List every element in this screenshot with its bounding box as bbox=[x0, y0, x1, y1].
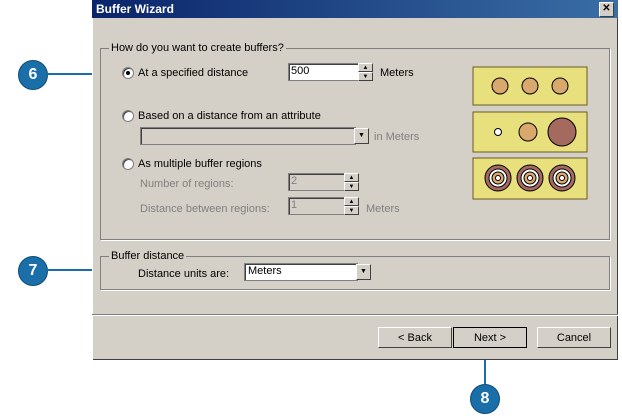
distance-input[interactable]: 500 bbox=[288, 63, 360, 81]
preview-circle bbox=[521, 77, 539, 95]
distance-between-value: 1 bbox=[291, 199, 298, 211]
multiple-regions-label: As multiple buffer regions bbox=[138, 158, 262, 170]
spin-up-icon[interactable]: ▲ bbox=[344, 173, 359, 182]
chevron-down-icon[interactable]: ▼ bbox=[354, 128, 369, 144]
spin-down-icon[interactable]: ▼ bbox=[344, 182, 359, 191]
create-buffers-legend: How do you want to create buffers? bbox=[109, 42, 286, 54]
distance-between-units: Meters bbox=[366, 203, 400, 215]
preview-ring-group bbox=[484, 164, 576, 192]
spin-down-icon[interactable]: ▼ bbox=[344, 206, 359, 215]
distance-units-prompt: Distance units are: bbox=[138, 268, 230, 280]
distance-units-dropdown[interactable]: Meters bbox=[244, 263, 358, 281]
distance-between-input[interactable]: 1 bbox=[288, 197, 346, 215]
preview-circle bbox=[491, 77, 509, 95]
specified-distance-label: At a specified distance bbox=[138, 67, 249, 79]
title-bar: Buffer Wizard ✕ bbox=[92, 0, 618, 18]
distance-units-value: Meters bbox=[248, 265, 282, 277]
radio-attribute-distance[interactable] bbox=[122, 110, 134, 122]
spin-up-icon[interactable]: ▲ bbox=[344, 197, 359, 206]
callout-6: 6 bbox=[18, 60, 48, 90]
buffer-wizard-window: Buffer Wizard ✕ How do you want to creat… bbox=[92, 0, 618, 360]
attribute-dropdown[interactable] bbox=[140, 127, 356, 145]
window-title: Buffer Wizard bbox=[96, 2, 174, 16]
radio-multiple-regions[interactable] bbox=[122, 158, 134, 170]
distance-spinner[interactable]: ▲ ▼ bbox=[358, 63, 373, 81]
regions-spinner[interactable]: ▲ ▼ bbox=[344, 173, 359, 191]
preview-circle bbox=[518, 122, 538, 142]
callout-7: 7 bbox=[18, 256, 48, 286]
chevron-down-icon[interactable]: ▼ bbox=[356, 264, 371, 280]
back-button[interactable]: < Back bbox=[378, 327, 452, 348]
buffer-distance-legend: Buffer distance bbox=[109, 250, 187, 262]
attribute-distance-label: Based on a distance from an attribute bbox=[138, 110, 321, 122]
preview-circle bbox=[547, 117, 577, 147]
cancel-button[interactable]: Cancel bbox=[537, 327, 611, 348]
distance-between-spinner[interactable]: ▲ ▼ bbox=[344, 197, 359, 215]
distance-between-label: Distance between regions: bbox=[140, 203, 270, 215]
spin-down-icon[interactable]: ▼ bbox=[358, 72, 373, 81]
number-regions-label: Number of regions: bbox=[140, 178, 234, 190]
attribute-units-label: in Meters bbox=[374, 131, 420, 143]
distance-units-label: Meters bbox=[380, 67, 414, 79]
close-button[interactable]: ✕ bbox=[599, 2, 614, 17]
callout-8: 8 bbox=[470, 384, 500, 414]
next-button[interactable]: Next > bbox=[453, 327, 527, 348]
number-regions-value: 2 bbox=[291, 175, 298, 187]
number-regions-input[interactable]: 2 bbox=[288, 173, 346, 191]
preview-circle bbox=[494, 128, 502, 136]
spin-up-icon[interactable]: ▲ bbox=[358, 63, 373, 72]
preview-circle bbox=[551, 77, 569, 95]
radio-specified-distance[interactable] bbox=[122, 67, 134, 79]
buffer-preview-illustration bbox=[472, 66, 588, 200]
distance-value: 500 bbox=[291, 65, 310, 77]
separator-line bbox=[92, 314, 618, 315]
radio-selected-dot bbox=[126, 71, 130, 75]
